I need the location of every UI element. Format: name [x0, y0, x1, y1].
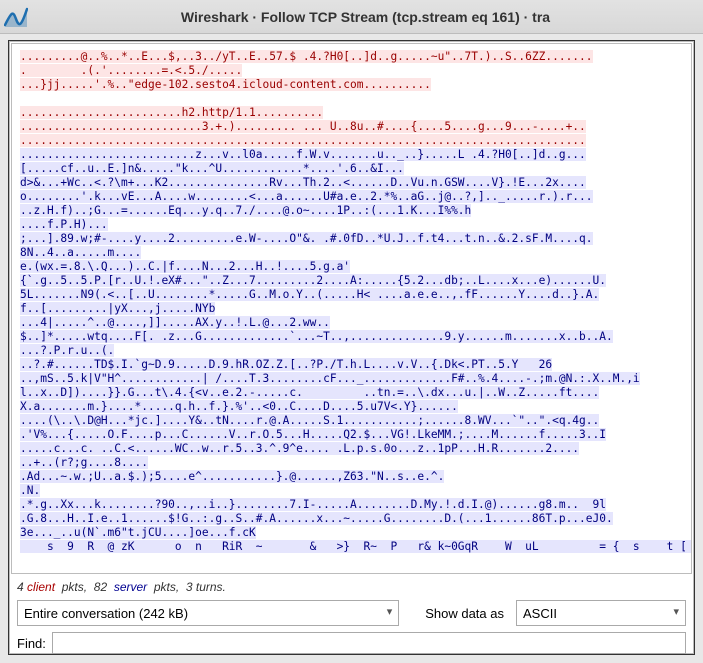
client-stream-line: .........@..%..*..E...$,..3../yT..E..57.…: [20, 50, 593, 63]
find-label: Find:: [17, 636, 46, 651]
server-stream-line: .'V%...{.....O.F....p...C......V..r.O.5.…: [20, 428, 606, 441]
server-stream-line: [.....cf..u..E.]n&....."k...^U..........…: [20, 162, 404, 175]
server-stream-line: ..,mS..5.k|V"H^............| /....T.3...…: [20, 372, 640, 385]
server-stream-line: 8N..4..a.....m....: [20, 246, 141, 259]
server-stream-line: ....f.P.H)...: [20, 218, 108, 231]
tcp-stream-text[interactable]: .........@..%..*..E...$,..3../yT..E..57.…: [11, 43, 692, 574]
conversation-select[interactable]: Entire conversation (242 kB): [17, 600, 399, 626]
server-stream-line: ....(\..\.D@H...*jc.]....Y&..tN....r.@.A…: [20, 414, 599, 427]
encoding-select-value: ASCII: [523, 606, 557, 621]
conversation-select-value: Entire conversation (242 kB): [24, 606, 188, 621]
wireshark-icon: [4, 5, 28, 29]
server-stream-line: {`.g..5..5.P.[r..U.!.eX#..."..Z...7.....…: [20, 274, 606, 287]
main-panel: .........@..%..*..E...$,..3../yT..E..57.…: [8, 40, 695, 655]
client-stream-line: ........................................…: [20, 134, 586, 147]
server-stream-line: ..z.H.f)..;G...=......Eq...y.q..7./....@…: [20, 204, 471, 217]
server-stream-line: .*.g..Xx...k........?90..,..i..}........…: [20, 498, 606, 511]
encoding-select[interactable]: ASCII: [516, 600, 686, 626]
server-stream-line: ..?.#......TD$.I.`g~D.9.....D.9.hR.OZ.Z.…: [20, 358, 552, 371]
server-stream-line: .....c...c. ..C.<......WC..w..r.5..3.^.9…: [20, 442, 579, 455]
server-stream-line: .Ad...~.w.;U..a.$.);5....e^...........}.…: [20, 470, 444, 483]
client-stream-line: ...}jj.....'.%.."edge-102.sesto4.icloud-…: [20, 78, 431, 91]
server-stream-line: ;...].89.w;#-....y....2.........e.W-....…: [20, 232, 593, 245]
find-input[interactable]: [52, 632, 686, 654]
server-stream-line: ...4|.....^..@....,]].....AX.y..!.L.@...…: [20, 316, 330, 329]
client-stream-line: ........................h2.http/1.1.....…: [20, 106, 323, 119]
titlebar: Wireshark · Follow TCP Stream (tcp.strea…: [0, 0, 703, 34]
controls-row: Entire conversation (242 kB) Show data a…: [9, 596, 694, 630]
server-stream-line: ..........................z...v..l0a....…: [20, 148, 586, 161]
server-stream-line: d>&...+Wc..<.?\m+...K2...............Rv.…: [20, 176, 586, 189]
find-row: Find:: [9, 630, 694, 654]
window-title: Wireshark · Follow TCP Stream (tcp.strea…: [34, 9, 697, 25]
server-stream-line: ..+..(r?;g....8....: [20, 456, 148, 469]
server-stream-line: .N.: [20, 484, 40, 497]
client-stream-line: . .(.'........=.<.5./.....: [20, 64, 242, 77]
server-stream-line: o........'.k...vE...A....w........<...a.…: [20, 190, 593, 203]
server-stream-line: 3e..._..u(N`.m6"t.jCU....]oe...f.cK: [20, 526, 256, 539]
server-stream-line: e.(wx.=.8.\.Q...)..C.|f....N...2...H..!.…: [20, 260, 350, 273]
server-stream-line: ...?.P.r.u..(.: [20, 344, 114, 357]
server-stream-line: 5L.......N9(.<..[..U........*.....G..M.o…: [20, 288, 599, 301]
server-stream-line: $..]*.....wtq....F[. .z...G.............…: [20, 330, 613, 343]
server-stream-line: l..x..D])....}}.G...t\.4.{<v..e.2.-.....…: [20, 386, 599, 399]
server-stream-line: X.a.......m.}....*.....q.h..f.}.%'..<0..…: [20, 400, 458, 413]
server-stream-line: .G.8...H..I.e..1......$!G..:.g..S..#.A..…: [20, 512, 613, 525]
showdata-label: Show data as: [425, 606, 504, 621]
server-stream-line: s 9 R @ zK o n RiR ~ & >} R~ P r& k~0GqR…: [20, 540, 692, 553]
packet-summary: 4 client pkts, 82 server pkts, 3 turns.: [9, 576, 694, 596]
server-stream-line: f..[.........|yX...,j.....NYb: [20, 302, 215, 315]
client-stream-line: ...........................3.+.)........…: [20, 120, 586, 133]
